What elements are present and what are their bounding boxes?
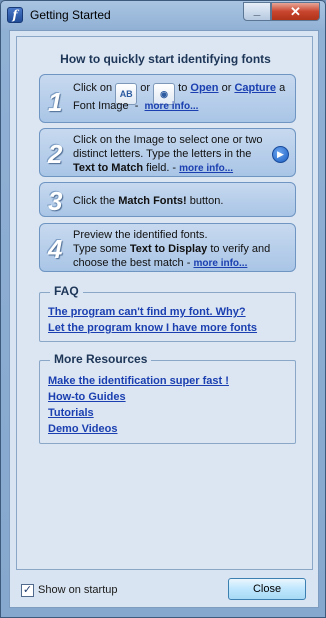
step-text: Click on [73, 82, 113, 94]
show-on-startup-checkbox[interactable]: ✓ [21, 584, 34, 597]
step-1-text: Click on AB or ◉ to Open or Capture a Fo… [73, 82, 286, 112]
step-text-bold: Match Fonts! [118, 195, 187, 207]
step-text: Type some [73, 243, 130, 255]
app-icon: f [7, 7, 23, 23]
step-3-card: 3 Click the Match Fonts! button. [39, 182, 296, 217]
play-arrow-icon[interactable]: ▶ [272, 146, 289, 163]
title-bar[interactable]: f Getting Started _ ✕ [1, 1, 325, 29]
page-title: How to quickly start identifying fonts [60, 52, 271, 66]
window-title: Getting Started [30, 8, 111, 22]
step-text: field. - [143, 162, 177, 174]
resource-link-tutorials[interactable]: Tutorials [48, 407, 94, 419]
more-info-link[interactable]: more info... [193, 258, 247, 269]
step-text: a [279, 82, 286, 94]
step-text-bold: Text to Match [73, 162, 144, 174]
step-3-text: Click the Match Fonts! button. [73, 194, 223, 208]
step-text: button. [186, 195, 224, 207]
resource-link-super-fast[interactable]: Make the identification super fast ! [48, 375, 229, 387]
more-info-link[interactable]: more info... [145, 101, 199, 112]
step-text: Font Image [73, 100, 129, 112]
resource-link-demo-videos[interactable]: Demo Videos [48, 423, 118, 435]
resource-link-how-to-guides[interactable]: How-to Guides [48, 391, 126, 403]
getting-started-window: f Getting Started _ ✕ How to quickly sta… [0, 0, 326, 618]
step-number: 4 [48, 234, 63, 264]
show-on-startup-label: Show on startup [38, 584, 118, 596]
step-number: 3 [48, 186, 63, 216]
step-text-bold: Text to Display [129, 243, 208, 255]
capture-link[interactable]: Capture [234, 82, 276, 94]
step-number: 1 [48, 87, 63, 117]
step-text: choose the best match - [73, 257, 191, 269]
step-text: Preview the identified fonts. [73, 229, 208, 241]
close-window-button[interactable]: ✕ [271, 2, 320, 21]
step-number: 2 [48, 139, 63, 169]
faq-group: FAQ The program can't find my font. Why?… [39, 284, 296, 342]
step-text: or [140, 82, 151, 94]
open-link[interactable]: Open [190, 82, 218, 94]
faq-link-cant-find-font[interactable]: The program can't find my font. Why? [48, 306, 246, 318]
faq-link-more-fonts[interactable]: Let the program know I have more fonts [48, 322, 257, 334]
step-4-card: 4 Preview the identified fonts. Type som… [39, 223, 296, 272]
faq-title: FAQ [50, 284, 83, 298]
step-text: to [178, 82, 188, 94]
step-text: Click on the Image to select one or two [73, 134, 263, 146]
step-2-text: Click on the Image to select one or two … [73, 133, 283, 176]
step-text: or [221, 82, 232, 94]
step-1-card: 1 Click on AB or ◉ to Open or Capture a [39, 74, 296, 123]
close-button[interactable]: Close [228, 578, 306, 600]
content-panel: How to quickly start identifying fonts 1… [16, 36, 313, 570]
step-text: distinct letters. Type the letters in th… [73, 148, 252, 160]
step-2-card: 2 Click on the Image to select one or tw… [39, 128, 296, 177]
client-area: How to quickly start identifying fonts 1… [9, 30, 319, 608]
more-info-link[interactable]: more info... [179, 163, 233, 174]
step-4-text: Preview the identified fonts. Type some … [73, 228, 295, 271]
resources-group: More Resources Make the identification s… [39, 352, 296, 444]
resources-title: More Resources [50, 352, 152, 366]
step-text: to verify and [207, 243, 271, 255]
step-text: Click the [73, 195, 119, 207]
minimize-button[interactable]: _ [243, 2, 271, 21]
